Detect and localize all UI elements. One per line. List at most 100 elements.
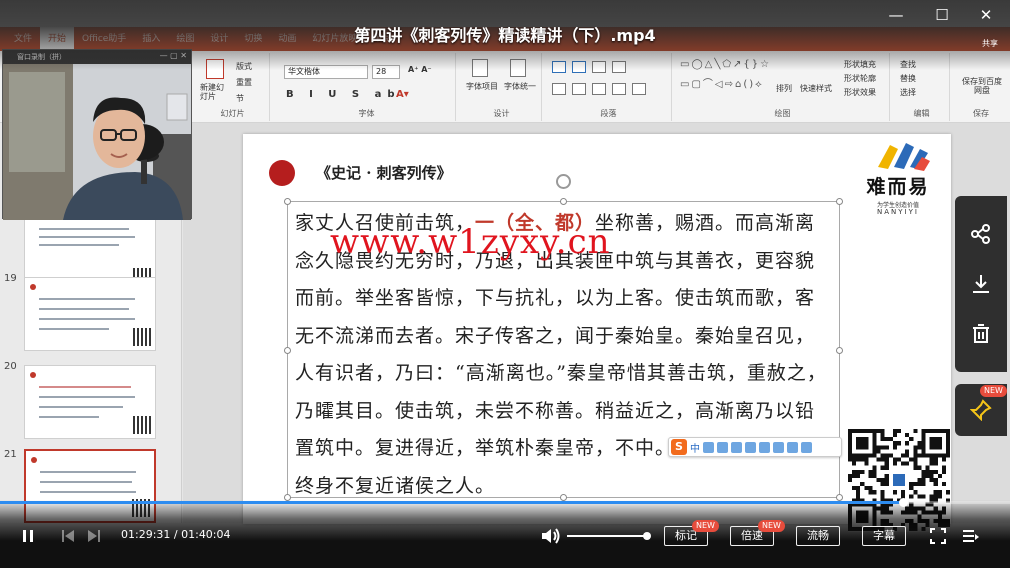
- video-title: 第四讲《刺客列传》精读精讲（下）.mp4: [354, 26, 656, 45]
- font-items-label[interactable]: 字体项目: [466, 81, 498, 92]
- ime-toolbar[interactable]: S 中: [668, 437, 842, 457]
- volume-slider[interactable]: [567, 532, 651, 540]
- slide-thumbnail-20[interactable]: [24, 365, 156, 439]
- ime-mode-toggle[interactable]: 中: [690, 440, 700, 455]
- new-slide-label[interactable]: 新建幻灯片: [200, 83, 230, 101]
- subtitle-button[interactable]: 字幕: [862, 526, 906, 546]
- passage-line: 终身不复近诸侯之人。: [295, 471, 495, 498]
- passage-text-span: 人有识者，乃曰：“高渐离也。”秦皇帝惜其善击筑，重赦之，: [295, 362, 827, 384]
- numbering-icon[interactable]: [572, 61, 586, 73]
- font-grow-icon[interactable]: A⁺ A⁻: [408, 65, 432, 74]
- text-format-icons[interactable]: B I U S ab: [286, 89, 401, 100]
- passage-text-span: 终身不复近诸侯之人。: [295, 474, 496, 497]
- ime-skin-icon[interactable]: [759, 441, 770, 453]
- progress-handle[interactable]: [898, 498, 908, 507]
- font-other-label[interactable]: 字体统一: [504, 81, 536, 92]
- ribbon-group-paragraph: 段落: [546, 53, 672, 121]
- pin-new-badge: NEW: [980, 385, 1007, 397]
- section-button[interactable]: 节: [236, 93, 244, 104]
- slide-number: 19: [4, 273, 17, 284]
- align-left-icon[interactable]: [552, 83, 566, 95]
- font-size-select[interactable]: 28: [372, 65, 400, 79]
- passage-text-span: 坐称善，赐酒。而高渐离: [595, 212, 816, 234]
- ime-tools-icon[interactable]: [787, 441, 798, 453]
- volume-handle[interactable]: [643, 532, 651, 540]
- shapes-gallery-row2-icon[interactable]: ▭▢⌒◁⇨⌂()⟡: [680, 75, 764, 90]
- align-right-icon[interactable]: [592, 83, 606, 95]
- bullets-icon[interactable]: [552, 61, 566, 73]
- slide-number: 21: [4, 449, 17, 460]
- replace-button[interactable]: 替换: [900, 73, 916, 84]
- playlist-icon[interactable]: [962, 528, 980, 544]
- passage-text-span: 乃矐其目。使击筑，未尝不称善。稍益近之，高渐离乃以铅: [295, 399, 816, 422]
- passage-text-span: 无不流涕而去者。宋子传客之，闻于秦始皇。秦始皇召见，: [295, 324, 816, 347]
- ribbon-group-drawing: ▭◯△╲⬠↗{}☆ ▭▢⌒◁⇨⌂()⟡ 排列 快速样式 形状填充 形状轮廓 形状…: [676, 53, 890, 121]
- maximize-button[interactable]: ☐: [922, 0, 962, 30]
- new-slide-icon[interactable]: [206, 59, 224, 79]
- fullscreen-icon[interactable]: [930, 528, 946, 544]
- find-button[interactable]: 查找: [900, 59, 916, 70]
- brand-name: 难而易: [866, 176, 930, 198]
- watermark-text: www.w1zyxy.cn: [330, 222, 611, 262]
- ime-emoji-icon[interactable]: [717, 441, 728, 453]
- video-player[interactable]: 文件 开始 Office助手 插入 绘图 设计 切换 动画 幻灯片放映 审阅 新建幻灯片 版式 重…: [0, 0, 1010, 568]
- rotate-handle-icon[interactable]: [556, 174, 571, 189]
- quality-button[interactable]: 流畅: [796, 526, 840, 546]
- download-icon[interactable]: [955, 260, 1007, 308]
- previous-icon[interactable]: [60, 528, 76, 544]
- minimize-button[interactable]: —: [876, 0, 916, 30]
- ime-mic-icon[interactable]: [731, 441, 742, 453]
- layout-button[interactable]: 版式: [236, 61, 252, 72]
- current-time: 01:29:31: [121, 528, 171, 541]
- pause-icon[interactable]: [20, 528, 36, 544]
- webcam-video: [3, 64, 191, 220]
- ribbon-group-font: 华文楷体 28 A⁺ A⁻ B I U S ab A▾ 字体: [278, 53, 456, 121]
- pin-icon: [970, 399, 992, 421]
- justify-icon[interactable]: [612, 83, 626, 95]
- passage-text-span: 而前。举坐客皆惊，下与抗礼，以为上客。使击筑而歌，客: [295, 287, 816, 309]
- webcam-overlay[interactable]: 窗口录制（拼） — ▢ ✕: [2, 49, 192, 220]
- arrange-button[interactable]: 排列: [776, 83, 792, 94]
- select-button[interactable]: 选择: [900, 87, 916, 98]
- webcam-window-controls-icon[interactable]: — ▢ ✕: [160, 51, 187, 60]
- next-icon[interactable]: [86, 528, 102, 544]
- font-name-select[interactable]: 华文楷体: [284, 65, 368, 79]
- font-color-icon[interactable]: A▾: [396, 89, 409, 100]
- share-text[interactable]: 共享: [982, 38, 998, 49]
- shape-effects-button[interactable]: 形状效果: [844, 87, 876, 98]
- slide-thumbnail-19[interactable]: [24, 277, 156, 351]
- brand-english-name: NANYIYI: [877, 208, 919, 216]
- passage-line: 乃矐其目。使击筑，未尝不称善。稍益近之，高渐离乃以铅: [295, 396, 815, 423]
- ime-shirt-icon[interactable]: [773, 441, 784, 453]
- line-spacing-icon[interactable]: [612, 61, 626, 73]
- save-to-cloud-button[interactable]: 保存到百度网盘: [960, 77, 1004, 95]
- close-button[interactable]: ✕: [966, 0, 1006, 30]
- font-items-icon[interactable]: [472, 59, 488, 77]
- volume-icon[interactable]: [540, 526, 562, 546]
- heading-bullet: [269, 160, 295, 186]
- ime-punctuation-icon[interactable]: [703, 441, 714, 453]
- ime-keyboard-icon[interactable]: [745, 441, 756, 453]
- shape-outline-button[interactable]: 形状轮廓: [844, 73, 876, 84]
- sogou-ime-logo-icon[interactable]: S: [671, 439, 687, 455]
- progress-bar[interactable]: [0, 498, 1010, 507]
- slide-heading: 《史记 · 刺客列传》: [316, 164, 452, 182]
- quick-styles-button[interactable]: 快速样式: [800, 83, 832, 94]
- columns-icon[interactable]: [632, 83, 646, 95]
- ribbon-group-design: 字体项目 字体统一 设计: [462, 53, 542, 121]
- indent-icon[interactable]: [592, 61, 606, 73]
- time-separator: /: [170, 528, 182, 541]
- ime-menu-icon[interactable]: [801, 441, 812, 453]
- share-icon[interactable]: [955, 210, 1007, 258]
- time-display: 01:29:31 / 01:40:04: [121, 528, 231, 541]
- ribbon-group-slides: 新建幻灯片 版式 重置 节 幻灯片: [196, 53, 270, 121]
- align-center-icon[interactable]: [572, 83, 586, 95]
- shapes-gallery-icon[interactable]: ▭◯△╲⬠↗{}☆: [680, 59, 771, 70]
- font-other-icon[interactable]: [510, 59, 526, 77]
- passage-line: 人有识者，乃曰：“高渐离也。”秦皇帝惜其善击筑，重赦之，: [295, 358, 827, 385]
- shape-fill-button[interactable]: 形状填充: [844, 59, 876, 70]
- reset-button[interactable]: 重置: [236, 77, 252, 88]
- delete-icon[interactable]: [955, 310, 1007, 358]
- total-time: 01:40:04: [181, 528, 231, 541]
- current-slide[interactable]: 《史记 · 刺客列传》 家丈人召使前击筑，一（全、都）坐称善，赐酒。而高渐离 念久…: [243, 134, 951, 524]
